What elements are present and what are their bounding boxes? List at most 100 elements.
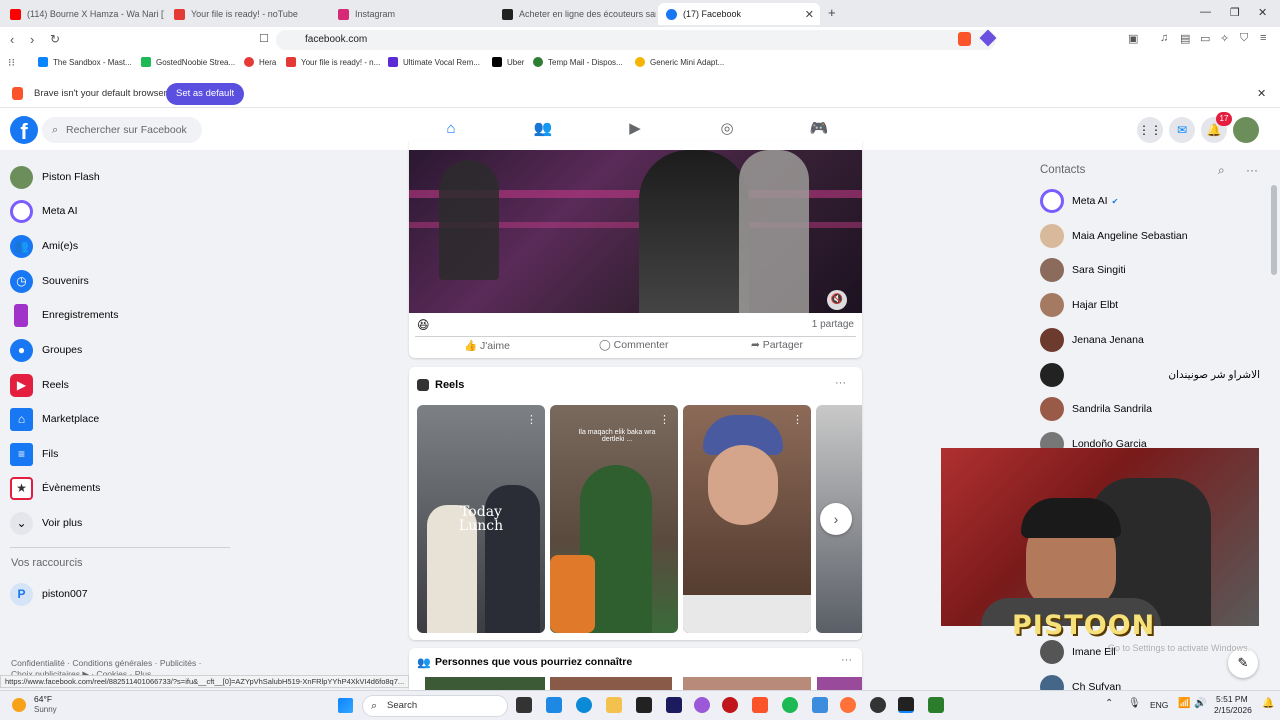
spotify-icon[interactable] [782, 697, 798, 713]
notifications-tray-icon[interactable]: 🔔 [1262, 698, 1274, 709]
people-more-icon[interactable]: ··· [841, 654, 852, 666]
active-app-icon[interactable] [898, 697, 914, 713]
set-default-button[interactable]: Set as default [166, 83, 245, 105]
footer-links[interactable]: Confidentialité · Conditions générales ·… [11, 658, 201, 668]
bookmark-mini-adapter[interactable]: Generic Mini Adapt... [635, 57, 724, 67]
leo-ai-icon[interactable]: ✧ [1220, 32, 1229, 45]
share-count[interactable]: 1 partage [812, 319, 854, 330]
bookmark-gostednoobie[interactable]: GostedNoobie Strea... [141, 57, 235, 67]
profile-avatar[interactable] [1233, 117, 1259, 143]
nav-events[interactable]: ★ Évènements [10, 471, 100, 505]
minimize-icon[interactable]: — [1200, 6, 1211, 18]
contact-item[interactable]: Meta AI ✔ [1040, 186, 1118, 216]
tab-notube[interactable]: Your file is ready! - noTube [166, 3, 328, 25]
contact-item[interactable]: Hajar Elbt [1040, 290, 1118, 320]
nav-piston-flash[interactable]: Piston Flash [10, 160, 100, 194]
firefox-icon[interactable] [840, 697, 856, 713]
facebook-logo-icon[interactable]: f [10, 116, 38, 144]
premiere-icon[interactable] [666, 697, 682, 713]
reel-more-icon[interactable]: ⋮ [526, 413, 537, 426]
reel-thumbnail[interactable]: Ila maqach elik baka wra dertleki ... ⋮ [550, 405, 678, 633]
bookmark-uber[interactable]: Uber [492, 57, 524, 67]
post-video[interactable]: 🔇 [409, 150, 862, 313]
groups-nav-icon[interactable]: ◎ [716, 118, 738, 140]
wallet-icon[interactable]: ▭ [1200, 32, 1210, 45]
contact-item[interactable]: Jenana Jenana [1040, 325, 1144, 355]
wifi-icon[interactable]: 📶 [1178, 698, 1190, 709]
bookmark-vocal-remover[interactable]: Ultimate Vocal Rem... [388, 57, 480, 67]
menu-icon[interactable]: ≡ [1260, 32, 1266, 44]
reels-more-icon[interactable]: ··· [835, 377, 846, 389]
contact-item[interactable]: Sara Singiti [1040, 255, 1126, 285]
haha-reaction-icon[interactable]: 😆 [417, 318, 430, 332]
suggestion-thumbnail[interactable] [683, 677, 811, 690]
taskbar-search[interactable]: ⌕ Search [362, 695, 508, 717]
kick-taskbar-icon[interactable] [928, 697, 944, 713]
maximize-icon[interactable]: ❐ [1230, 6, 1240, 19]
weather-temp[interactable]: 64°F [34, 694, 52, 704]
video-nav-icon[interactable]: ▶ [624, 118, 646, 140]
nav-memories[interactable]: ◷ Souvenirs [10, 264, 89, 298]
messenger-icon[interactable]: ✉ [1169, 117, 1195, 143]
home-icon[interactable]: ⌂ [440, 118, 462, 140]
shortcut-piston007[interactable]: Ppiston007 [10, 577, 88, 611]
nav-friends[interactable]: 👥 Ami(e)s [10, 229, 78, 263]
nav-feeds[interactable]: ≡ Fils [10, 437, 58, 471]
nav-marketplace[interactable]: ⌂ Marketplace [10, 402, 99, 436]
menu-grid-icon[interactable]: ⋮⋮ [1137, 117, 1163, 143]
suggestion-thumbnail[interactable] [425, 677, 545, 690]
facebook-search-input[interactable]: ⌕ Rechercher sur Facebook [42, 117, 202, 143]
contact-item[interactable]: الاشراو شر صونيندان [1040, 360, 1260, 390]
reel-more-icon[interactable]: ⋮ [659, 413, 670, 426]
microphone-icon[interactable]: 🎙 [1128, 698, 1141, 709]
vpn-icon[interactable]: ⛉ [1240, 32, 1248, 45]
tab-instagram[interactable]: Instagram [330, 3, 492, 25]
back-icon[interactable]: ‹ [10, 32, 14, 47]
reels-next-button[interactable]: › [820, 503, 852, 535]
clock-time[interactable]: 5:51 PM [1216, 694, 1248, 704]
capcut-icon[interactable] [636, 697, 652, 713]
music-icon[interactable]: ♫ [1160, 32, 1168, 44]
tab-facebook[interactable]: (17) Facebook ✕ [658, 3, 820, 25]
language-indicator[interactable]: ENG [1150, 700, 1168, 710]
forward-icon[interactable]: › [30, 32, 34, 47]
brave-shields-icon[interactable] [958, 32, 971, 46]
app-icon[interactable] [722, 697, 738, 713]
brave-taskbar-icon[interactable] [752, 697, 768, 713]
nav-groups[interactable]: ● Groupes [10, 333, 82, 367]
apps-icon[interactable]: ⁝⁝ [8, 56, 15, 69]
chevron-up-icon[interactable]: ⌃ [1105, 698, 1113, 709]
nav-reels[interactable]: ▶ Reels [10, 368, 69, 402]
contacts-more-icon[interactable]: ··· [1246, 163, 1258, 177]
nav-see-more[interactable]: ⌄ Voir plus [10, 506, 82, 540]
contact-item[interactable]: Sandrila Sandrila [1040, 394, 1152, 424]
like-button[interactable]: 👍 J'aime [464, 339, 510, 352]
reader-icon[interactable]: ▤ [1180, 32, 1190, 45]
bookmark-page-icon[interactable]: ☐ [259, 32, 269, 45]
close-banner-icon[interactable]: ✕ [1257, 87, 1266, 100]
clock-date[interactable]: 2/15/2026 [1214, 705, 1252, 715]
tab-shop[interactable]: Acheter en ligne des écouteurs sans f [494, 3, 656, 25]
widgets-icon[interactable] [546, 697, 562, 713]
contacts-scrollbar[interactable] [1271, 185, 1277, 275]
friends-nav-icon[interactable]: 👥 [532, 118, 554, 140]
file-explorer-icon[interactable] [606, 697, 622, 713]
task-view-icon[interactable] [516, 697, 532, 713]
reload-icon[interactable]: ↻ [50, 32, 60, 46]
nav-meta-ai[interactable]: Meta AI [10, 194, 78, 228]
url-field[interactable]: facebook.com [276, 30, 996, 50]
bookmark-hera[interactable]: Hera [244, 57, 276, 67]
reel-thumbnail[interactable]: ⋮ [683, 405, 811, 633]
obs-icon[interactable] [870, 697, 886, 713]
edge-icon[interactable] [576, 697, 592, 713]
reel-more-icon[interactable]: ⋮ [792, 413, 803, 426]
new-tab-button[interactable]: + [828, 5, 836, 20]
bookmark-temp-mail[interactable]: Temp Mail - Dispos... [533, 57, 623, 67]
tab-youtube[interactable]: (114) Bourne X Hamza - Wa Nari [Vid [2, 3, 164, 25]
contacts-search-icon[interactable]: ⌕ [1218, 163, 1225, 178]
gaming-nav-icon[interactable]: 🎮 [808, 118, 830, 140]
comment-button[interactable]: ◯ Commenter [599, 339, 669, 351]
contact-item[interactable]: Imane Ell [1040, 637, 1116, 667]
bookmark-sandbox[interactable]: The Sandbox - Mast... [38, 57, 132, 67]
nav-saved[interactable]: Enregistrements [10, 298, 118, 332]
